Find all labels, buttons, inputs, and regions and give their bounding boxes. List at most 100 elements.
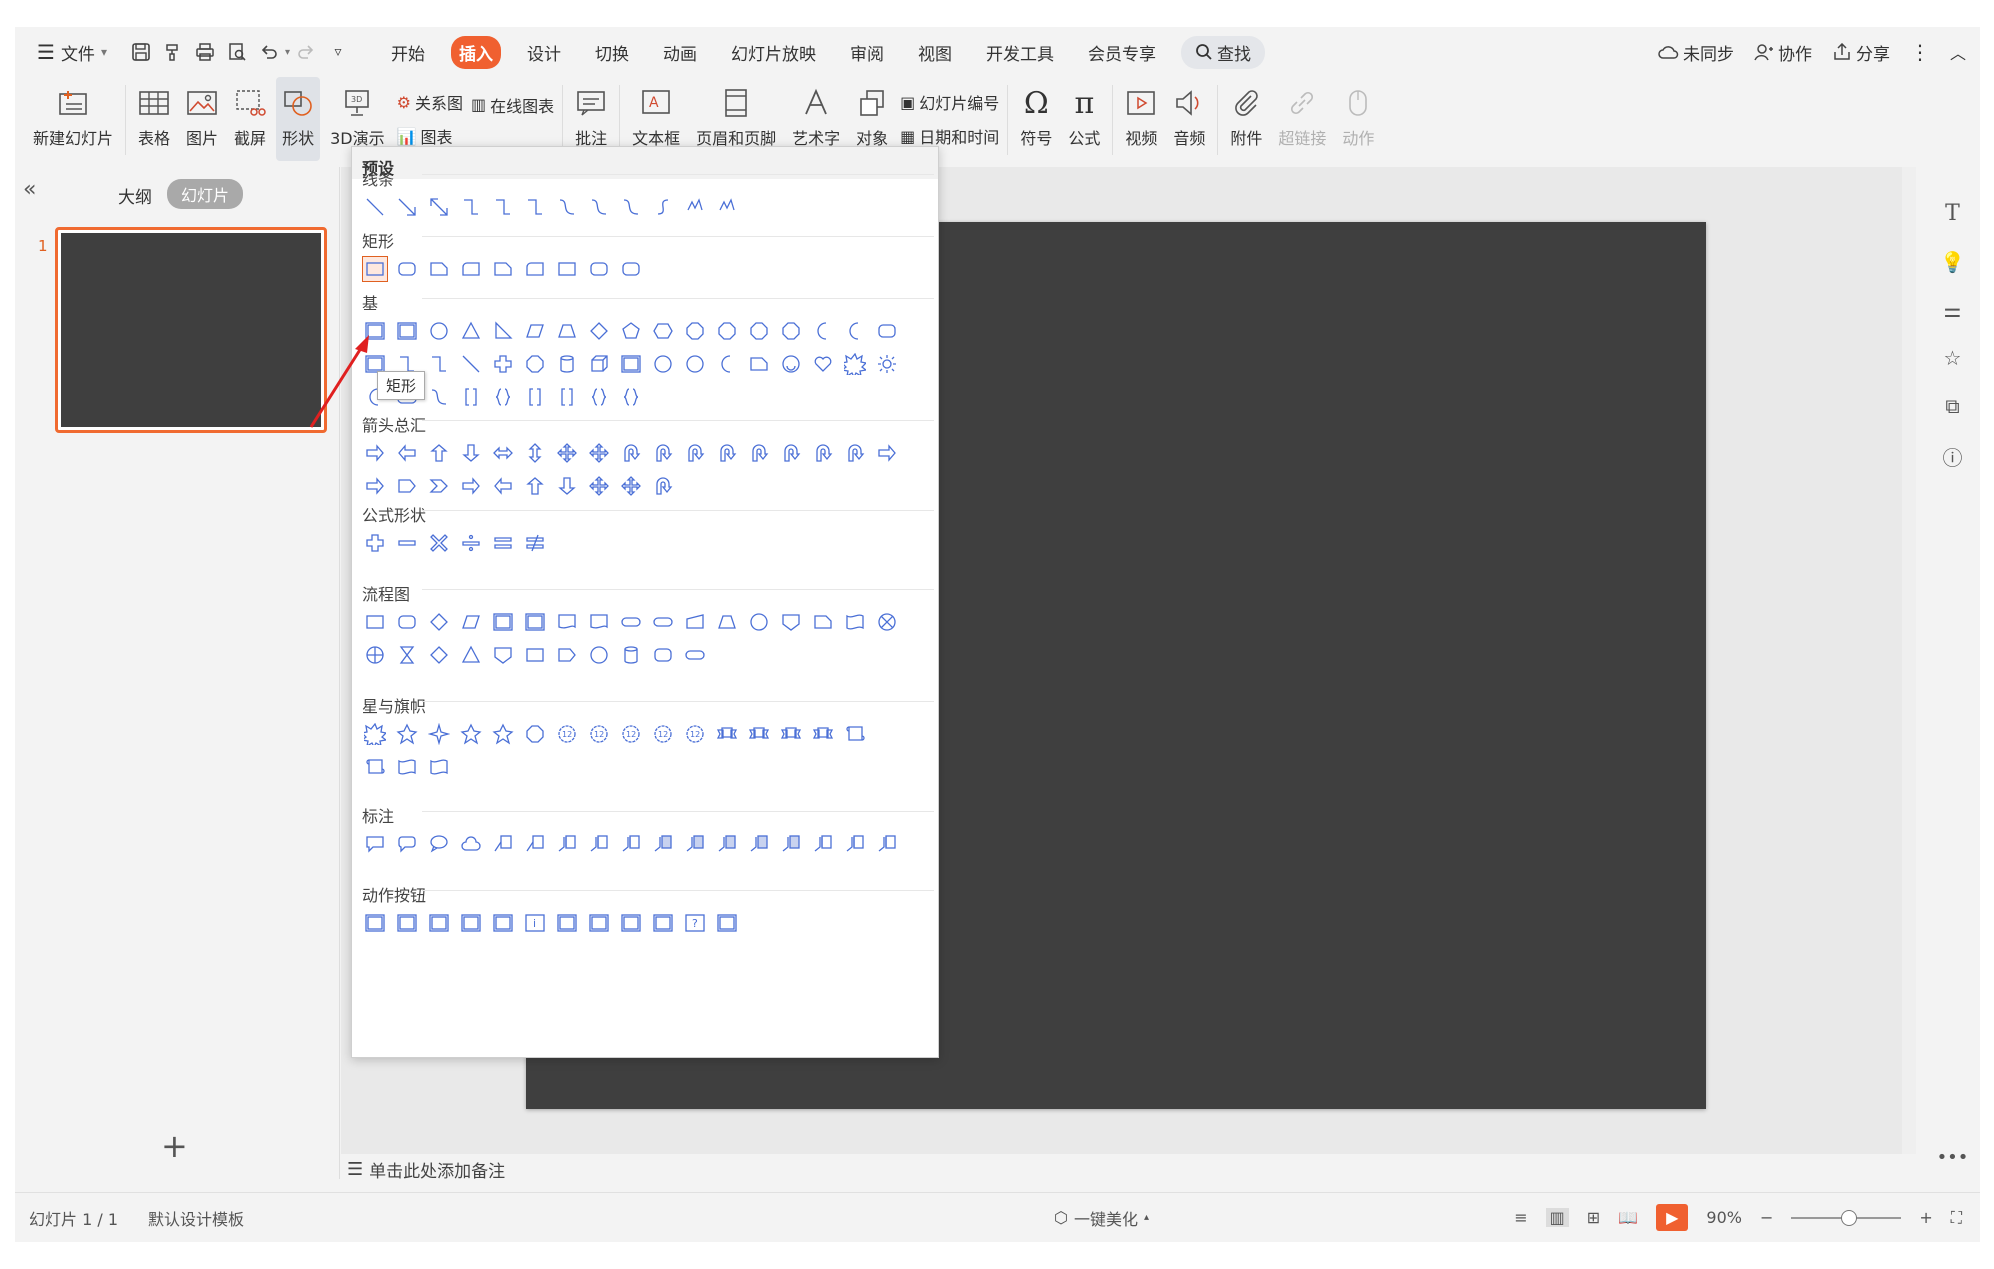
shape-uturn-icon[interactable]	[842, 440, 868, 466]
shape-round1-icon[interactable]	[458, 256, 484, 282]
shape-oct-icon[interactable]	[746, 318, 772, 344]
shape-abtn-icon[interactable]	[618, 910, 644, 936]
shape-uturn-icon[interactable]	[746, 440, 772, 466]
shape-fcallout-icon[interactable]	[682, 831, 708, 857]
shape-elbow-icon[interactable]	[490, 194, 516, 220]
shape-smile-icon[interactable]	[778, 351, 804, 377]
shape-divide-icon[interactable]	[458, 530, 484, 556]
shape-arrL-icon[interactable]	[394, 440, 420, 466]
help-icon[interactable]: ⓘ	[1943, 442, 1963, 471]
zoom-level[interactable]: 90%	[1706, 1208, 1742, 1227]
video-button[interactable]: 视频	[1119, 77, 1163, 161]
shape-abtni-icon[interactable]: i	[522, 910, 548, 936]
shape-ribbon-icon[interactable]	[810, 721, 836, 747]
shape-moon-icon[interactable]	[714, 351, 740, 377]
shape-curve-icon[interactable]	[426, 384, 452, 410]
shape-fcallout-icon[interactable]	[778, 831, 804, 857]
shape-curve-icon[interactable]	[586, 194, 612, 220]
hyperlink-button[interactable]: 超链接	[1272, 77, 1332, 161]
shape-plus-icon[interactable]	[490, 351, 516, 377]
customize-quick-access-icon[interactable]: ▿	[322, 36, 354, 68]
shape-arrLR-icon[interactable]	[490, 440, 516, 466]
file-menu[interactable]: ☰ 文件 ▾	[31, 35, 113, 69]
shape-pentarrow-icon[interactable]	[554, 642, 580, 668]
shape-offpage-icon[interactable]	[778, 609, 804, 635]
shape-para-icon[interactable]	[458, 609, 484, 635]
tab-8[interactable]: 开发工具	[978, 36, 1062, 69]
save-icon[interactable]	[125, 36, 157, 68]
more-options-icon[interactable]: •••	[1937, 1147, 1969, 1168]
reading-view-icon[interactable]: 📖	[1618, 1208, 1638, 1227]
shape-rrect-icon[interactable]	[874, 318, 900, 344]
shape-abtn-icon[interactable]	[554, 910, 580, 936]
shape-circle-icon[interactable]	[682, 351, 708, 377]
shape-seal-icon[interactable]: 12	[618, 721, 644, 747]
shape-uturn-icon[interactable]	[778, 440, 804, 466]
shape-ribbon-icon[interactable]	[714, 721, 740, 747]
shape-abtn-icon[interactable]	[586, 910, 612, 936]
shape-snip-icon[interactable]	[810, 609, 836, 635]
star-icon[interactable]: ☆	[1944, 346, 1962, 370]
new-slide-button[interactable]: 新建幻灯片	[27, 77, 119, 161]
shape-ribbon-icon[interactable]	[746, 721, 772, 747]
shape-star5-icon[interactable]	[490, 721, 516, 747]
zoom-in-icon[interactable]: +	[1919, 1208, 1932, 1227]
shape-burst-icon[interactable]	[842, 351, 868, 377]
shape-oct-icon[interactable]	[778, 318, 804, 344]
shape-arrU-icon[interactable]	[522, 473, 548, 499]
shape-rrect-icon[interactable]	[394, 609, 420, 635]
shape-cube-icon[interactable]	[586, 351, 612, 377]
vertical-scrollbar[interactable]	[1902, 167, 1916, 1179]
redo-icon[interactable]	[290, 36, 322, 68]
audio-button[interactable]: 音频	[1167, 77, 1211, 161]
notes-toggle-icon[interactable]: ≡	[1514, 1208, 1527, 1227]
shape-equal-icon[interactable]	[490, 530, 516, 556]
shape-pcircle-icon[interactable]	[362, 642, 388, 668]
tab-1[interactable]: 插入	[451, 35, 501, 69]
shape-abtn-icon[interactable]	[490, 910, 516, 936]
more-vertical-icon[interactable]: ⋮	[1910, 40, 1930, 64]
shape-uturn-icon[interactable]	[650, 440, 676, 466]
shape-arrR-icon[interactable]	[458, 473, 484, 499]
shape-rrect-icon[interactable]	[650, 642, 676, 668]
shape-term-icon[interactable]	[682, 642, 708, 668]
shape-hex-icon[interactable]	[650, 318, 676, 344]
collapse-ribbon-icon[interactable]: ︿	[1950, 40, 1966, 64]
shape-scroll-icon[interactable]	[362, 754, 388, 780]
shape-pent-icon[interactable]	[618, 318, 644, 344]
zoom-slider[interactable]	[1791, 1209, 1902, 1226]
screenshot-button[interactable]: 截屏	[228, 77, 272, 161]
tab-9[interactable]: 会员专享	[1080, 36, 1164, 69]
shape-abtn-icon[interactable]	[394, 318, 420, 344]
shape-bcallout-icon[interactable]	[810, 831, 836, 857]
shape-term-icon[interactable]	[618, 609, 644, 635]
shape-lcallout-icon[interactable]	[522, 831, 548, 857]
shape-elbow-icon[interactable]	[426, 351, 452, 377]
shape-arr4-icon[interactable]	[618, 473, 644, 499]
shape-arrD-icon[interactable]	[554, 473, 580, 499]
shape-bracket-icon[interactable]	[458, 384, 484, 410]
shape-uturn-icon[interactable]	[714, 440, 740, 466]
shape-bcallout-icon[interactable]	[842, 831, 868, 857]
shape-arrUD-icon[interactable]	[522, 440, 548, 466]
shape-rect-icon[interactable]	[362, 609, 388, 635]
fit-window-icon[interactable]: ⛶	[1951, 1208, 1962, 1228]
shape-abtn-icon[interactable]	[650, 910, 676, 936]
shape-seal-icon[interactable]: 12	[650, 721, 676, 747]
shape-abtn-icon[interactable]	[458, 910, 484, 936]
shape-wave-icon[interactable]	[842, 609, 868, 635]
shape-doc-icon[interactable]	[586, 609, 612, 635]
shape-abtn-icon[interactable]	[490, 609, 516, 635]
shape-rcallout-icon[interactable]	[394, 831, 420, 857]
shape-elbow-icon[interactable]	[458, 194, 484, 220]
tab-3[interactable]: 切换	[587, 36, 637, 69]
shape-seal-icon[interactable]: 12	[586, 721, 612, 747]
chart-button[interactable]: 📊 图表	[397, 124, 463, 148]
shape-arr4-icon[interactable]	[586, 473, 612, 499]
shape-arr4-icon[interactable]	[554, 440, 580, 466]
shape-ribbon-icon[interactable]	[778, 721, 804, 747]
zoom-slider-thumb[interactable]	[1841, 1209, 1858, 1226]
shape-rrect-icon[interactable]	[618, 256, 644, 282]
collab-button[interactable]: 协作	[1754, 40, 1812, 65]
symbol-button[interactable]: Ω 符号	[1014, 77, 1058, 161]
